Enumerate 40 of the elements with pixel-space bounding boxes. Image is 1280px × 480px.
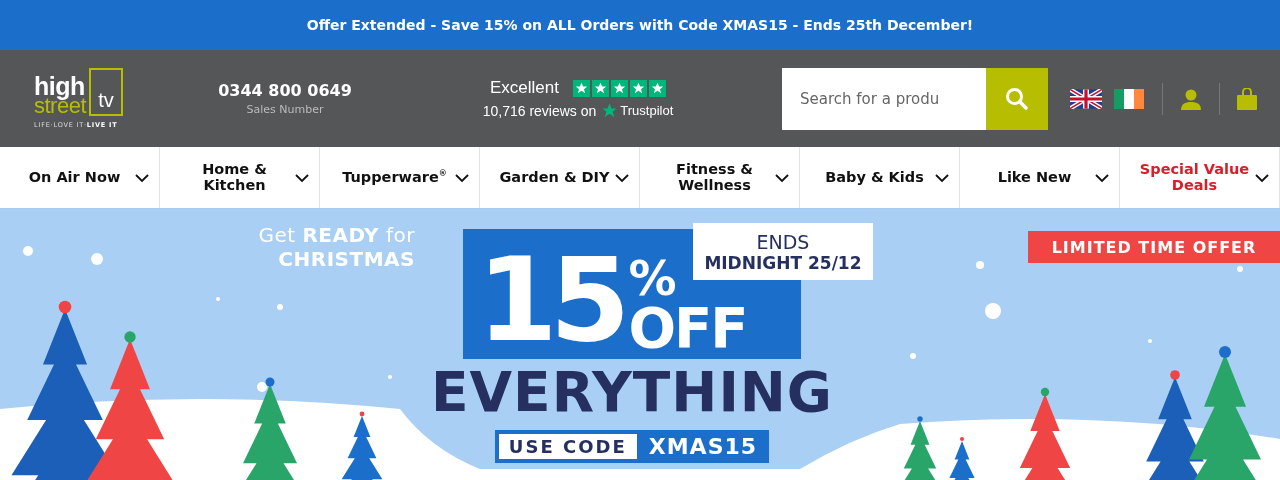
limited-offer-badge: LIMITED TIME OFFER bbox=[1028, 231, 1280, 263]
review-count[interactable]: 10,716 reviews on bbox=[482, 102, 597, 119]
shopping-bag-icon[interactable] bbox=[1237, 87, 1257, 110]
promo-message: Offer Extended - Save 15% on ALL Orders with Code XMAS15 - Ends 25th December! bbox=[0, 0, 1280, 50]
banner-kicker: CHRISTMAS bbox=[278, 247, 415, 271]
nav-menu-item[interactable]: Tupperware$^{®}$ bbox=[320, 147, 480, 208]
discount-amount: 15 bbox=[477, 242, 623, 358]
off-label: OFF bbox=[628, 301, 747, 355]
chevron-down-icon bbox=[615, 173, 629, 182]
code-label: USE CODE bbox=[498, 434, 637, 459]
rating-label: Excellent bbox=[490, 78, 559, 98]
search-field[interactable]: Search for a produ bbox=[782, 67, 986, 130]
banner-headline: EVERYTHING bbox=[430, 365, 834, 420]
trustpilot-link[interactable]: Trustpilot bbox=[601, 102, 674, 119]
ireland-flag-icon[interactable] bbox=[1113, 88, 1145, 109]
uk-flag-icon[interactable] bbox=[1070, 88, 1102, 109]
nav-menu-item[interactable]: Fitness & Wellness bbox=[640, 147, 800, 208]
nav-menu-item[interactable]: On Air Now bbox=[0, 147, 160, 208]
chevron-down-icon bbox=[935, 173, 949, 182]
star-icon bbox=[601, 102, 619, 119]
chevron-down-icon bbox=[1095, 173, 1109, 182]
nav-menu-item[interactable]: Baby & Kids bbox=[800, 147, 960, 208]
chevron-down-icon bbox=[295, 173, 309, 182]
banner-kicker: Get READY for bbox=[258, 223, 415, 247]
promo-code: XMAS15 bbox=[647, 434, 759, 459]
nav-menu-item[interactable]: Like New bbox=[960, 147, 1120, 208]
search-button[interactable] bbox=[986, 67, 1048, 130]
phone-number[interactable]: 0344 800 0649 bbox=[218, 81, 352, 100]
chevron-down-icon bbox=[135, 173, 149, 182]
chevron-down-icon bbox=[775, 173, 789, 182]
nav-menu-item[interactable]: Special Value Deals bbox=[1120, 147, 1280, 208]
account-icon[interactable] bbox=[1180, 87, 1202, 110]
chevron-down-icon bbox=[1255, 173, 1269, 182]
phone-caption: Sales Number bbox=[246, 103, 324, 116]
nav-menu-item[interactable]: Home & Kitchen bbox=[160, 147, 320, 208]
ends-label: ENDS bbox=[756, 230, 810, 253]
search-icon bbox=[1005, 86, 1029, 111]
nav-menu-item[interactable]: Garden & DIY bbox=[480, 147, 640, 208]
end-date: MIDNIGHT 25/12 bbox=[704, 252, 862, 273]
chevron-down-icon bbox=[455, 173, 469, 182]
